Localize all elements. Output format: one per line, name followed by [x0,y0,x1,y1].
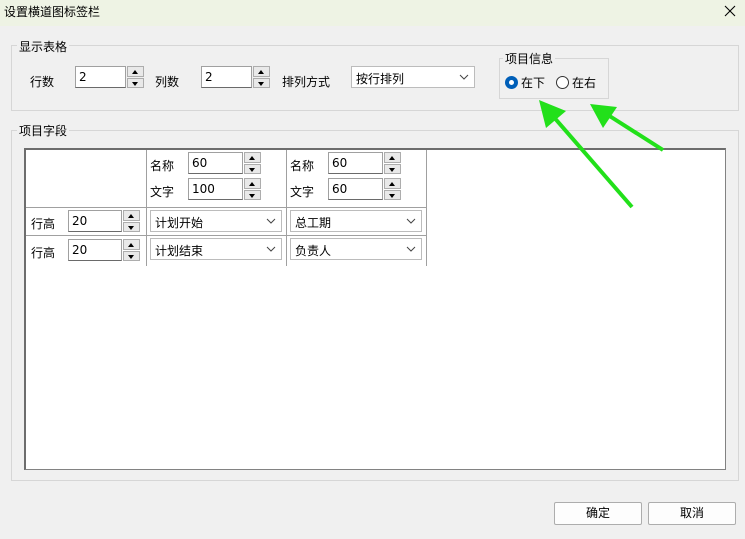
spin-down-button[interactable] [244,163,261,174]
rows-label: 行数 [30,75,55,89]
col1-text-spinner[interactable]: 100 [188,178,261,200]
spin-down-button[interactable] [384,189,401,200]
display-table-group-label: 显示表格 [17,38,70,55]
grid-divider [26,207,426,208]
spin-up-button[interactable] [244,152,261,163]
radio-below[interactable]: 在下 [505,74,545,90]
grid-divider [286,150,287,266]
cols-spinner[interactable]: 2 [201,66,270,88]
col2-text-label: 文字 [290,185,315,199]
row2-height-label: 行高 [31,246,56,260]
radio-right[interactable]: 在右 [556,74,596,90]
spin-up-button[interactable] [244,178,261,189]
spin-up-button[interactable] [127,66,144,77]
col1-name-label: 名称 [150,159,175,173]
col2-name-label: 名称 [290,159,315,173]
fields-grid-panel: 名称 60 文字 100 名称 60 文字 60 行高 20 计划开始 总工期 … [24,148,726,470]
row2-height-input[interactable]: 20 [68,239,122,261]
col2-name-spinner[interactable]: 60 [328,152,401,174]
row1-col1-select[interactable]: 计划开始 [150,210,282,232]
spin-down-button[interactable] [123,250,140,261]
row1-col2-value: 总工期 [295,216,332,230]
arrange-select-value: 按行排列 [356,72,405,86]
chevron-down-icon [266,218,276,224]
row1-height-spinner[interactable]: 20 [68,210,140,232]
rows-input[interactable]: 2 [75,66,126,88]
spin-up-button[interactable] [384,152,401,163]
row1-col1-value: 计划开始 [155,216,204,230]
row2-col2-value: 负责人 [295,244,332,258]
chevron-down-icon [266,246,276,252]
spin-down-button[interactable] [384,163,401,174]
close-button[interactable] [715,0,745,26]
row1-col2-select[interactable]: 总工期 [290,210,422,232]
spin-up-button[interactable] [384,178,401,189]
spin-down-button[interactable] [123,221,140,232]
project-info-group-label: 项目信息 [503,50,556,67]
cancel-button[interactable]: 取消 [648,502,736,525]
cols-label: 列数 [155,75,180,89]
spin-up-button[interactable] [123,210,140,221]
radio-checked-icon [505,75,518,89]
spin-down-button[interactable] [244,189,261,200]
cols-input[interactable]: 2 [201,66,252,88]
radio-unchecked-icon [556,75,569,89]
rows-spinner[interactable]: 2 [75,66,144,88]
chevron-down-icon [459,74,469,80]
row1-height-input[interactable]: 20 [68,210,122,232]
radio-right-label: 在右 [572,75,597,90]
row2-col1-value: 计划结束 [155,244,204,258]
close-icon [724,5,736,17]
col1-name-spinner[interactable]: 60 [188,152,261,174]
chevron-down-icon [406,218,416,224]
spin-down-button[interactable] [127,77,144,88]
col1-name-input[interactable]: 60 [188,152,243,174]
title-bar: 设置横道图标签栏 [0,0,745,26]
chevron-down-icon [406,246,416,252]
grid-divider [426,150,427,266]
row2-height-spinner[interactable]: 20 [68,239,140,261]
ok-button[interactable]: 确定 [554,502,642,525]
col1-text-label: 文字 [150,185,175,199]
spin-down-button[interactable] [253,77,270,88]
grid-divider [26,235,426,236]
arrange-select[interactable]: 按行排列 [351,66,475,88]
dialog-title: 设置横道图标签栏 [4,5,101,19]
spin-up-button[interactable] [123,239,140,250]
spin-up-button[interactable] [253,66,270,77]
grid-divider [146,150,147,266]
col2-text-input[interactable]: 60 [328,178,383,200]
row2-col1-select[interactable]: 计划结束 [150,238,282,260]
row2-col2-select[interactable]: 负责人 [290,238,422,260]
col2-name-input[interactable]: 60 [328,152,383,174]
arrange-label: 排列方式 [282,75,331,89]
row1-height-label: 行高 [31,217,56,231]
radio-below-label: 在下 [521,75,546,90]
project-fields-group-label: 项目字段 [17,122,70,139]
col1-text-input[interactable]: 100 [188,178,243,200]
col2-text-spinner[interactable]: 60 [328,178,401,200]
